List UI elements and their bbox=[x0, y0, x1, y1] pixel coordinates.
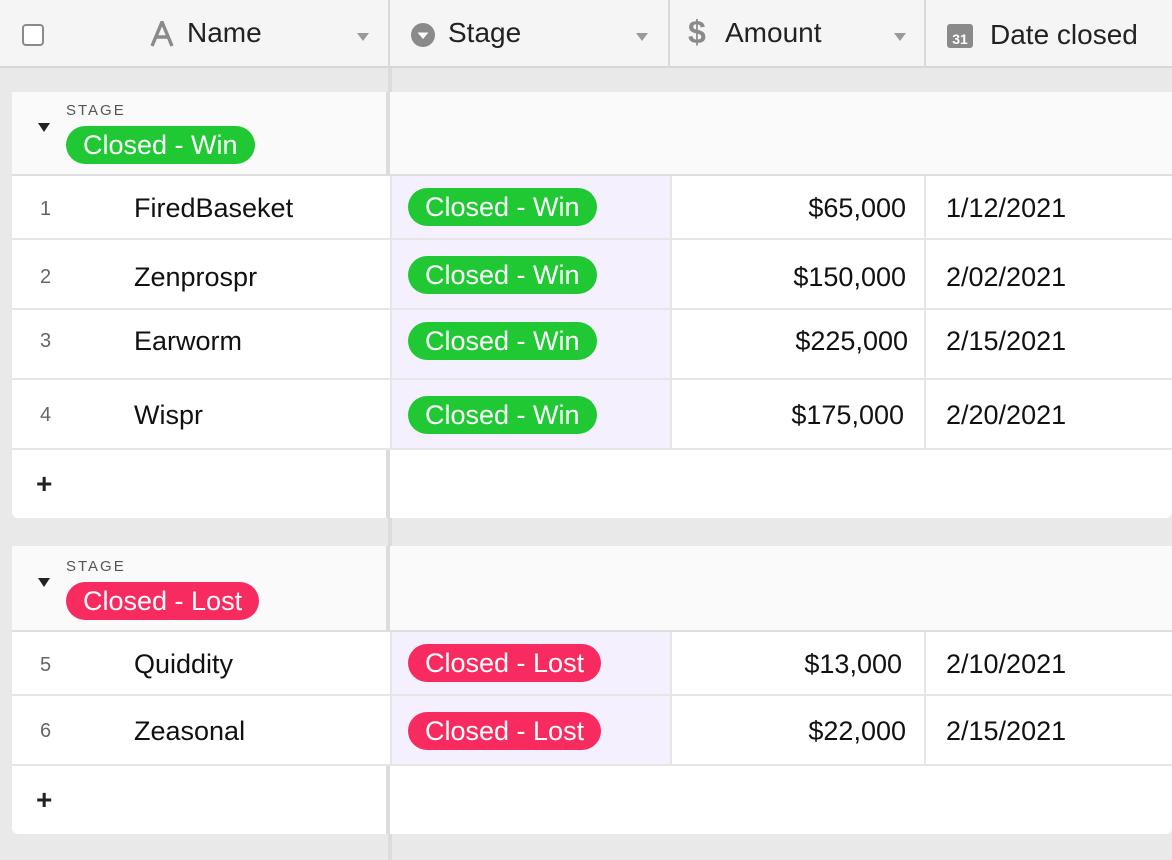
row-amount: $150,000 bbox=[793, 262, 906, 293]
row-date[interactable]: 1/12/2021 bbox=[946, 193, 1066, 224]
row-amount: $225,000 bbox=[795, 326, 908, 357]
row-number: 1 bbox=[40, 198, 51, 221]
row-amount-cell[interactable]: $13,000 bbox=[670, 632, 926, 694]
row-name[interactable]: Zeasonal bbox=[134, 716, 245, 747]
chevron-down-icon[interactable] bbox=[894, 33, 906, 41]
group-header[interactable]: STAGE Closed - Lost bbox=[12, 546, 1172, 632]
table-row[interactable]: 2 Zenprospr Closed - Win $150,000 2/02/2… bbox=[12, 240, 1172, 310]
row-amount-cell[interactable]: $150,000 bbox=[670, 240, 926, 308]
row-amount-cell[interactable]: $22,000 bbox=[670, 696, 926, 764]
chevron-down-icon[interactable] bbox=[636, 33, 648, 41]
row-name[interactable]: Earworm bbox=[134, 326, 242, 357]
row-stage-cell[interactable]: Closed - Win bbox=[390, 380, 670, 448]
group-header[interactable]: STAGE Closed - Win bbox=[12, 92, 1172, 176]
column-header-amount[interactable]: $ Amount bbox=[670, 0, 924, 66]
row-amount: $65,000 bbox=[808, 193, 906, 224]
row-stage-cell[interactable]: Closed - Win bbox=[390, 240, 670, 308]
stage-pill: Closed - Win bbox=[408, 322, 597, 360]
column-header-bar: Name Stage $ Amount 31 Date closed bbox=[0, 0, 1172, 68]
stage-pill: Closed - Win bbox=[408, 188, 597, 226]
stage-pill: Closed - Win bbox=[408, 256, 597, 294]
group-field-label: STAGE bbox=[66, 102, 126, 119]
column-header-amount-label: Amount bbox=[725, 17, 822, 49]
stage-pill: Closed - Lost bbox=[408, 712, 601, 750]
row-number: 6 bbox=[40, 720, 51, 743]
column-header-date[interactable]: 31 Date closed bbox=[926, 0, 1172, 66]
text-field-icon bbox=[150, 21, 174, 47]
row-date[interactable]: 2/20/2021 bbox=[946, 400, 1066, 431]
group-value-pill: Closed - Win bbox=[66, 126, 255, 164]
row-date[interactable]: 2/10/2021 bbox=[946, 649, 1066, 680]
table-row[interactable]: 6 Zeasonal Closed - Lost $22,000 2/15/20… bbox=[12, 696, 1172, 766]
table-row[interactable]: 4 Wispr Closed - Win $175,000 2/20/2021 bbox=[12, 380, 1172, 450]
add-record-left bbox=[12, 766, 390, 834]
add-record-row[interactable]: + bbox=[12, 766, 1172, 834]
table-row[interactable]: 1 FiredBaseket Closed - Win $65,000 1/12… bbox=[12, 176, 1172, 240]
row-stage-cell[interactable]: Closed - Win bbox=[390, 176, 670, 238]
row-amount: $22,000 bbox=[808, 716, 906, 747]
row-number: 5 bbox=[40, 654, 51, 677]
row-name[interactable]: FiredBaseket bbox=[134, 193, 293, 224]
single-select-icon bbox=[410, 22, 436, 48]
row-stage-cell[interactable]: Closed - Lost bbox=[390, 632, 670, 694]
group-field-label: STAGE bbox=[66, 558, 126, 575]
column-header-stage[interactable]: Stage bbox=[390, 0, 668, 66]
row-amount-cell[interactable]: $225,000 bbox=[670, 310, 926, 378]
row-amount-cell[interactable]: $175,000 bbox=[670, 380, 926, 448]
row-number: 2 bbox=[40, 266, 51, 289]
stage-pill: Closed - Win bbox=[408, 396, 597, 434]
table-row[interactable]: 3 Earworm Closed - Win $225,000 2/15/202… bbox=[12, 310, 1172, 380]
row-date[interactable]: 2/02/2021 bbox=[946, 262, 1066, 293]
collapse-toggle-icon[interactable] bbox=[38, 578, 50, 587]
add-record-button[interactable]: + bbox=[36, 468, 52, 500]
stage-pill: Closed - Lost bbox=[408, 644, 601, 682]
chevron-down-icon[interactable] bbox=[357, 33, 369, 41]
row-name[interactable]: Wispr bbox=[134, 400, 203, 431]
add-record-button[interactable]: + bbox=[36, 784, 52, 816]
row-amount: $13,000 bbox=[804, 649, 902, 680]
group-closed-win: STAGE Closed - Win 1 FiredBaseket Closed… bbox=[12, 92, 1172, 518]
group-closed-lost: STAGE Closed - Lost 5 Quiddity Closed - … bbox=[12, 546, 1172, 834]
row-stage-cell[interactable]: Closed - Lost bbox=[390, 696, 670, 764]
column-header-name[interactable]: Name bbox=[0, 0, 388, 66]
calendar-icon: 31 bbox=[947, 24, 973, 48]
column-header-date-label: Date closed bbox=[990, 19, 1138, 51]
row-date[interactable]: 2/15/2021 bbox=[946, 326, 1066, 357]
row-number: 4 bbox=[40, 404, 51, 427]
collapse-toggle-icon[interactable] bbox=[38, 123, 50, 132]
column-header-stage-label: Stage bbox=[448, 17, 521, 49]
row-amount-cell[interactable]: $65,000 bbox=[670, 176, 926, 238]
row-name[interactable]: Zenprospr bbox=[134, 262, 257, 293]
row-date[interactable]: 2/15/2021 bbox=[946, 716, 1066, 747]
group-value-pill: Closed - Lost bbox=[66, 582, 259, 620]
currency-icon: $ bbox=[688, 14, 706, 51]
add-record-left bbox=[12, 450, 390, 518]
row-stage-cell[interactable]: Closed - Win bbox=[390, 310, 670, 378]
row-number: 3 bbox=[40, 330, 51, 353]
column-header-name-label: Name bbox=[187, 17, 262, 49]
add-record-row[interactable]: + bbox=[12, 450, 1172, 518]
table-row[interactable]: 5 Quiddity Closed - Lost $13,000 2/10/20… bbox=[12, 632, 1172, 696]
row-name[interactable]: Quiddity bbox=[134, 649, 233, 680]
row-amount: $175,000 bbox=[791, 400, 904, 431]
